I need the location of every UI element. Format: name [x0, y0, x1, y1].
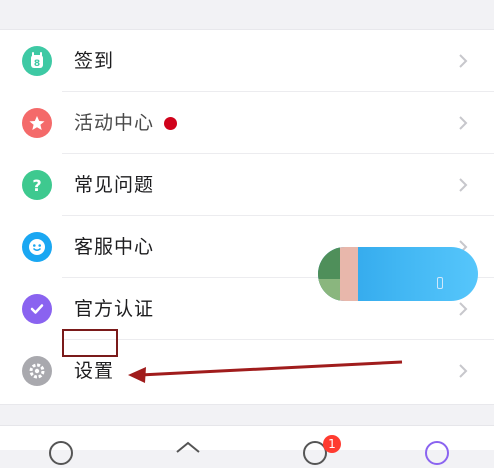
- annotation-arrow: [128, 360, 403, 383]
- notification-badge: 1: [323, 435, 341, 453]
- tab-profile-icon[interactable]: [422, 438, 452, 468]
- tab-home-icon[interactable]: [46, 438, 76, 468]
- tab-discover-icon[interactable]: [173, 438, 203, 468]
- bottom-tab-bar: [0, 425, 494, 465]
